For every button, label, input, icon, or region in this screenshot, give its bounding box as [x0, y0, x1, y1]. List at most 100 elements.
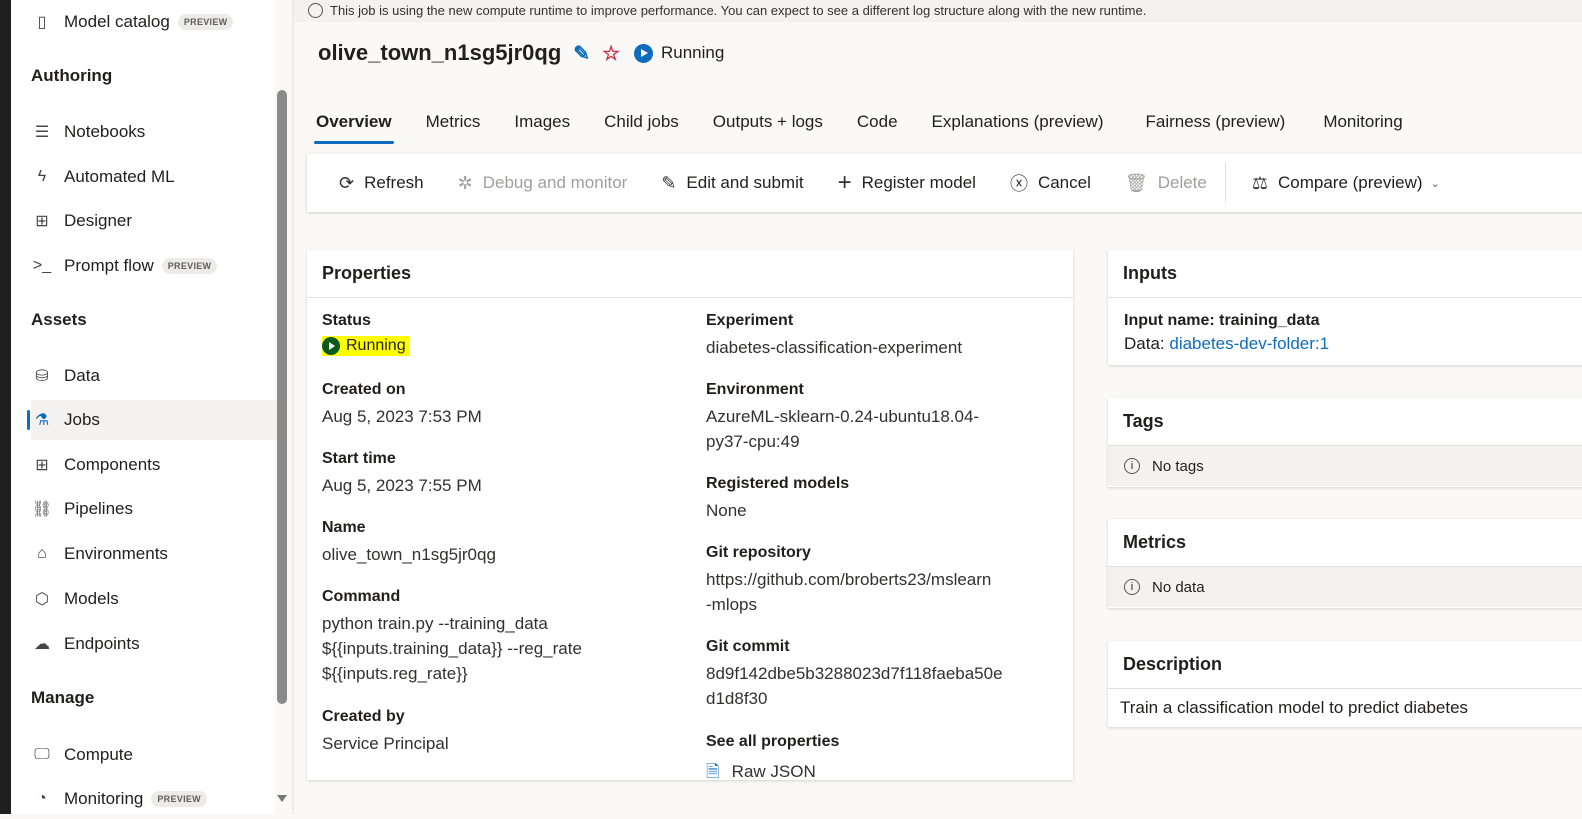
sidebar-item-compute[interactable]: 🖵 Compute: [31, 735, 283, 775]
prop-experiment: Experiment diabetes-classification-experi…: [706, 312, 962, 360]
gauge-icon: ◔: [37, 790, 47, 807]
prop-git-commit: Git commit 8d9f142dbe5b3288023d7f118faeba…: [706, 638, 1003, 711]
preview-badge: PREVIEW: [161, 258, 218, 274]
metrics-card: Metrics i No data: [1108, 519, 1582, 608]
button-label: Edit and submit: [686, 173, 804, 192]
sidebar-scrollbar[interactable]: [277, 90, 287, 704]
tab-child-jobs[interactable]: Child jobs: [604, 112, 679, 144]
sidebar-item-components[interactable]: ⊞ Components: [31, 445, 283, 485]
register-model-button[interactable]: + Register model: [838, 169, 976, 197]
sidebar: ▯ Model catalog PREVIEW Authoring ☰ Noteboo…: [11, 0, 283, 814]
sidebar-item-prompt-flow[interactable]: >_ Prompt flow PREVIEW: [31, 246, 283, 286]
value: -mlops: [706, 595, 758, 614]
raw-json-link[interactable]: 🗎 Raw JSON: [706, 759, 839, 780]
json-file-icon: 🗎: [706, 762, 720, 780]
banner-text: This job is using the new compute runtim…: [330, 3, 1147, 18]
tab-bar: Overview Metrics Images Child jobs Outpu…: [314, 112, 1437, 144]
command-bar: ⟳ Refresh ✲ Debug and monitor ✎ Edit and su…: [307, 154, 1582, 212]
label: Command: [322, 588, 401, 605]
environment-link[interactable]: AzureML-sklearn-0.24-ubuntu18.04-: [706, 404, 979, 429]
section-authoring: Authoring: [31, 66, 113, 85]
section-assets: Assets: [31, 310, 87, 329]
value: olive_town_n1sg5jr0qg: [322, 545, 496, 564]
description-text: Train a classification model to predict …: [1120, 698, 1469, 717]
monitor-icon: 🖵: [34, 746, 50, 763]
label: Status: [322, 312, 371, 329]
preview-badge: PREVIEW: [151, 791, 207, 807]
card-title: Properties: [307, 250, 1073, 298]
empty-message: No tags: [1152, 457, 1204, 475]
info-icon: i: [1124, 458, 1140, 474]
model-catalog-icon: ▯: [37, 14, 47, 31]
edit-submit-button[interactable]: ✎ Edit and submit: [661, 173, 803, 194]
sidebar-item-endpoints[interactable]: ☁ Endpoints: [31, 624, 283, 664]
button-label: Compare (preview): [1278, 173, 1423, 192]
data-asset-link[interactable]: diabetes-dev-folder:1: [1169, 334, 1329, 353]
delete-button[interactable]: 🗑 Delete: [1125, 173, 1207, 194]
inputs-card: Inputs Input name: training_data Data: d…: [1108, 250, 1582, 365]
environment-link[interactable]: py37-cpu:49: [706, 429, 979, 454]
label: Registered models: [706, 475, 850, 492]
value: Aug 5, 2023 7:55 PM: [322, 476, 482, 495]
value: python train.py --training_data: [322, 614, 548, 633]
sidebar-item-label: Data: [64, 366, 100, 385]
info-banner: This job is using the new compute runtim…: [294, 0, 1582, 22]
link-label: Raw JSON: [731, 762, 816, 780]
sidebar-item-environments[interactable]: ⌂ Environments: [31, 534, 283, 574]
value: Service Principal: [322, 734, 449, 753]
sidebar-item-models[interactable]: ⬡ Models: [31, 579, 283, 619]
debug-monitor-button[interactable]: ✲ Debug and monitor: [458, 173, 628, 194]
sidebar-item-data[interactable]: ⛁ Data: [31, 356, 283, 396]
window-edge: [0, 0, 11, 814]
pencil-icon: ✎: [661, 172, 677, 193]
edit-pencil-icon[interactable]: ✎: [573, 41, 590, 66]
commit-link[interactable]: d1d8f30: [706, 686, 1003, 711]
sidebar-item-label: Model catalog: [64, 12, 170, 31]
sidebar-item-jobs[interactable]: ⚗ Jobs: [27, 400, 283, 440]
sidebar-item-monitoring[interactable]: ◔ Monitoring PREVIEW: [31, 779, 283, 819]
value: ${{inputs.training_data}} --reg_rate: [322, 639, 582, 658]
description-card: Description Train a classification model…: [1108, 641, 1582, 727]
commit-link[interactable]: 8d9f142dbe5b3288023d7f118faeba50e: [706, 661, 1003, 686]
tab-explanations[interactable]: Explanations (preview): [932, 112, 1104, 144]
tab-fairness[interactable]: Fairness (preview): [1146, 112, 1286, 144]
prop-registered-models: Registered models None: [706, 475, 849, 523]
sidebar-item-notebooks[interactable]: ☰ Notebooks: [31, 112, 283, 152]
properties-card: Properties Status Running Created on Aug 5…: [307, 250, 1073, 780]
refresh-button[interactable]: ⟳ Refresh: [339, 173, 424, 194]
cube-icon: ⬡: [35, 591, 49, 608]
prop-created-by: Created by Service Principal: [322, 708, 449, 756]
sidebar-item-automated-ml[interactable]: ϟ Automated ML: [31, 157, 283, 197]
value: Aug 5, 2023 7:53 PM: [322, 407, 482, 426]
scroll-down-arrow-icon[interactable]: [277, 795, 287, 802]
sidebar-item-model-catalog[interactable]: ▯ Model catalog PREVIEW: [31, 2, 283, 42]
experiment-link[interactable]: diabetes-classification-experiment: [706, 335, 962, 360]
cancel-button[interactable]: ⓧ Cancel: [1010, 170, 1091, 196]
favorite-star-icon[interactable]: ☆: [602, 41, 620, 66]
tags-card: Tags i No tags: [1108, 398, 1582, 487]
status-badge: Running: [322, 336, 410, 356]
sidebar-item-label: Endpoints: [64, 634, 140, 653]
sidebar-item-label: Pipelines: [64, 499, 133, 518]
value: https://github.com/broberts23/mslearn: [706, 570, 992, 589]
sidebar-item-label: Prompt flow: [64, 256, 154, 275]
sidebar-item-designer[interactable]: ⊞ Designer: [31, 201, 283, 241]
label: Experiment: [706, 312, 794, 329]
value: ${{inputs.reg_rate}}: [322, 664, 468, 683]
data-icon: ⛁: [35, 368, 49, 385]
button-label: Cancel: [1037, 173, 1091, 192]
refresh-icon: ⟳: [339, 172, 355, 193]
empty-message: No data: [1152, 578, 1205, 596]
page-title: olive_town_n1sg5jr0qg: [318, 40, 562, 65]
tab-outputs-logs[interactable]: Outputs + logs: [713, 112, 823, 144]
tab-images[interactable]: Images: [514, 112, 570, 144]
tab-overview[interactable]: Overview: [314, 112, 394, 144]
tab-monitoring[interactable]: Monitoring: [1323, 112, 1402, 144]
sidebar-item-pipelines[interactable]: ⛓ Pipelines: [31, 489, 283, 529]
tab-metrics[interactable]: Metrics: [426, 112, 481, 144]
compare-button[interactable]: ⚖ Compare (preview) ⌄: [1252, 173, 1440, 194]
label: Name: [322, 519, 366, 536]
label: Created by: [322, 708, 405, 725]
tab-code[interactable]: Code: [857, 112, 898, 144]
input-name: Input name: training_data: [1124, 312, 1320, 329]
